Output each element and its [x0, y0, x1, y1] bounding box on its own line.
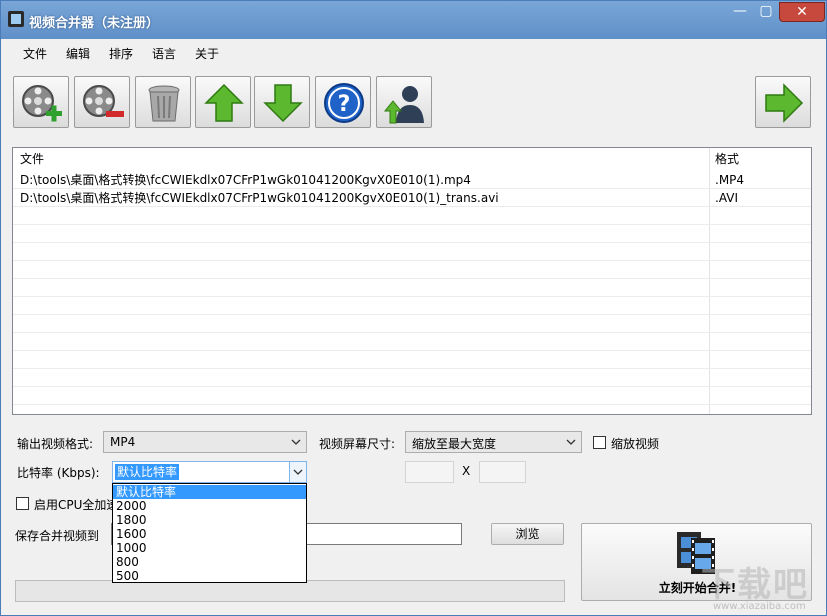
empty-row	[13, 225, 811, 243]
menu-bar: 文件 编辑 排序 语言 关于	[1, 39, 826, 65]
height-input[interactable]	[479, 461, 526, 483]
menu-sort[interactable]: 排序	[109, 45, 133, 62]
save-path-label: 保存合并视频到	[15, 527, 99, 544]
bitrate-option[interactable]: 1600	[113, 527, 306, 541]
bitrate-label: 比特率 (Kbps):	[17, 464, 100, 481]
empty-row	[13, 351, 811, 369]
bitrate-option[interactable]: 800	[113, 555, 306, 569]
output-format-label: 输出视频格式:	[17, 435, 93, 452]
empty-row	[13, 207, 811, 225]
bitrate-option[interactable]: 1800	[113, 513, 306, 527]
output-format-value: MP4	[110, 435, 135, 449]
table-row[interactable]: D:\tools\桌面\格式转换\fcCWIEkdlx07CFrP1wGk010…	[13, 171, 811, 189]
film-reel-minus-icon	[81, 81, 125, 125]
cpu-accel-label: 启用CPU全加速	[34, 496, 118, 513]
film-reel-plus-icon	[20, 81, 64, 125]
bitrate-options-list[interactable]: 默认比特率 2000 1800 1600 1000 800 500	[112, 483, 307, 583]
question-mark-icon: ?	[322, 81, 366, 125]
file-path: D:\tools\桌面\格式转换\fcCWIEkdlx07CFrP1wGk010…	[20, 171, 471, 189]
empty-row	[13, 261, 811, 279]
app-logo-icon	[8, 11, 24, 27]
empty-row	[13, 369, 811, 387]
menu-file[interactable]: 文件	[23, 45, 47, 62]
menu-about[interactable]: 关于	[195, 45, 219, 62]
bitrate-option[interactable]: 1000	[113, 541, 306, 555]
table-row[interactable]: D:\tools\桌面\格式转换\fcCWIEkdlx07CFrP1wGk010…	[13, 189, 811, 207]
cpu-accel-checkbox[interactable]	[16, 497, 29, 510]
scale-video-label: 缩放视频	[611, 435, 659, 452]
close-button[interactable]: ✕	[779, 2, 825, 22]
chevron-down-icon	[566, 436, 576, 448]
clear-list-button[interactable]	[135, 76, 191, 128]
screen-size-select[interactable]: 缩放至最大宽度	[405, 431, 582, 453]
chevron-down-icon	[291, 436, 301, 448]
bitrate-value[interactable]: 默认比特率	[115, 464, 179, 480]
menu-language[interactable]: 语言	[152, 45, 176, 62]
window-title: 视频合并器（未注册）	[29, 12, 159, 31]
browse-button[interactable]: 浏览	[491, 523, 564, 545]
user-upgrade-icon	[383, 81, 427, 125]
screen-size-value: 缩放至最大宽度	[412, 435, 496, 452]
file-format: .AVI	[715, 189, 738, 207]
list-header: 文件 格式	[13, 150, 811, 168]
trash-can-icon	[142, 81, 186, 125]
file-format: .MP4	[715, 171, 744, 189]
help-button[interactable]: ?	[315, 76, 371, 128]
minimize-button[interactable]: —	[727, 2, 753, 22]
bitrate-dropdown-toggle[interactable]	[289, 462, 306, 482]
file-list[interactable]: 文件 格式 D:\tools\桌面\格式转换\fcCWIEkdlx07CFrP1…	[12, 147, 812, 415]
arrow-down-icon	[261, 81, 305, 125]
register-button[interactable]	[376, 76, 432, 128]
next-button[interactable]	[755, 76, 811, 128]
empty-row	[13, 333, 811, 351]
output-format-select[interactable]: MP4	[103, 431, 307, 453]
width-input[interactable]	[405, 461, 454, 483]
empty-row	[13, 387, 811, 405]
progress-bar	[15, 580, 565, 602]
svg-text:?: ?	[338, 92, 351, 117]
empty-row	[13, 297, 811, 315]
move-up-button[interactable]	[195, 76, 251, 128]
title-bar[interactable]: 视频合并器（未注册） — ▢ ✕	[1, 1, 826, 39]
watermark-url: www.xiazaiba.com	[713, 601, 806, 612]
column-header-file[interactable]: 文件	[20, 150, 44, 168]
dimension-separator: X	[462, 464, 470, 478]
app-window: 视频合并器（未注册） — ▢ ✕ 文件 编辑 排序 语言 关于	[0, 0, 827, 616]
arrow-right-icon	[762, 81, 806, 125]
empty-row	[13, 243, 811, 261]
chevron-down-icon	[290, 462, 306, 482]
screen-size-label: 视频屏幕尺寸:	[319, 435, 395, 452]
move-down-button[interactable]	[254, 76, 310, 128]
bitrate-combobox[interactable]: 默认比特率	[112, 461, 307, 483]
menu-edit[interactable]: 编辑	[66, 45, 90, 62]
bitrate-option[interactable]: 2000	[113, 499, 306, 513]
file-path: D:\tools\桌面\格式转换\fcCWIEkdlx07CFrP1wGk010…	[20, 189, 499, 207]
add-file-button[interactable]	[13, 76, 69, 128]
watermark-logo: 下载吧	[701, 557, 809, 606]
empty-row	[13, 279, 811, 297]
remove-file-button[interactable]	[74, 76, 130, 128]
column-header-format[interactable]: 格式	[715, 150, 739, 168]
maximize-button[interactable]: ▢	[753, 2, 779, 22]
scale-video-checkbox[interactable]	[593, 436, 606, 449]
empty-row	[13, 315, 811, 333]
bitrate-option[interactable]: 默认比特率	[113, 485, 306, 499]
bitrate-option[interactable]: 500	[113, 569, 306, 583]
arrow-up-icon	[202, 81, 246, 125]
